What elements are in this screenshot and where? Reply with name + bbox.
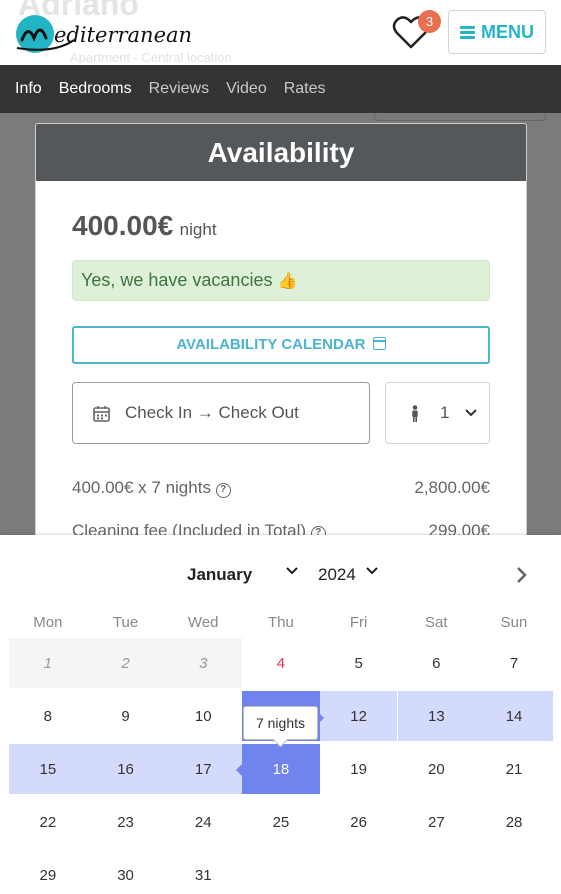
weekday-label: Sun xyxy=(500,614,528,631)
hamburger-icon xyxy=(460,25,475,39)
vacancy-text: Yes, we have vacancies xyxy=(81,270,273,290)
next-month-arrow-icon[interactable] xyxy=(516,567,528,583)
tab-info[interactable]: Info xyxy=(15,80,42,98)
calendar-day[interactable]: 29 xyxy=(9,850,87,894)
weekday-label: Sat xyxy=(425,614,448,631)
availability-calendar-button[interactable]: AVAILABILITY CALENDAR xyxy=(72,326,490,364)
calendar-day[interactable]: 15 xyxy=(9,744,87,794)
nightly-price: 400.00€ night xyxy=(72,210,217,242)
availability-calendar-label: AVAILABILITY CALENDAR xyxy=(176,336,366,353)
weekday-label: Thu xyxy=(267,614,294,631)
svg-text:editerranean: editerranean xyxy=(54,23,192,47)
nightly-total-row: 400.00€ x 7 nights ? 2,800.00€ xyxy=(72,478,490,498)
weekday-label: Fri xyxy=(349,614,368,631)
modal-title: Availability xyxy=(36,124,526,181)
menu-button[interactable]: MENU xyxy=(448,10,546,54)
calendar-day[interactable]: 21 xyxy=(475,744,553,794)
calendar-day[interactable]: 25 xyxy=(242,797,320,847)
tab-video[interactable]: Video xyxy=(226,80,267,98)
nights-tooltip: 7 nights xyxy=(243,706,318,740)
favorites-count-badge: 3 xyxy=(418,10,441,33)
calendar-day[interactable]: 10 xyxy=(164,691,242,741)
price-amount: 400.00€ xyxy=(72,210,174,241)
year-select[interactable]: 2024 xyxy=(318,565,356,585)
calendar-day[interactable]: 8 xyxy=(9,691,87,741)
calendar-day[interactable]: 2 xyxy=(86,638,165,688)
background-field xyxy=(374,113,546,121)
guests-select[interactable]: 1 xyxy=(385,382,490,444)
calendar-day[interactable]: 28 xyxy=(475,797,553,847)
calendar-day[interactable]: 5 xyxy=(320,638,398,688)
site-header: Adriano Apartment - Central location edi… xyxy=(0,0,561,65)
calendar-day[interactable]: 6 xyxy=(398,638,476,688)
month-select[interactable]: January xyxy=(187,565,252,585)
date-picker-header: January 2024 xyxy=(0,565,561,589)
chevron-down-icon xyxy=(366,567,378,575)
calendar-day[interactable]: 26 xyxy=(320,797,398,847)
site-logo[interactable]: editerranean xyxy=(14,10,194,56)
calendar-day[interactable]: 17 xyxy=(164,744,243,794)
calendar-day[interactable]: 27 xyxy=(398,797,476,847)
vacancy-alert: Yes, we have vacancies 👍 xyxy=(72,260,490,301)
menu-label: MENU xyxy=(481,21,534,42)
calendar-day[interactable]: 19 xyxy=(320,744,398,794)
date-range-input[interactable]: Check In → Check Out xyxy=(72,382,370,444)
calendar-day[interactable]: 3 xyxy=(164,638,243,688)
range-start-notch xyxy=(318,712,324,724)
calendar-day[interactable]: 24 xyxy=(164,797,242,847)
calendar-day[interactable]: 9 xyxy=(87,691,165,741)
calendar-day[interactable]: 18 xyxy=(242,744,320,794)
tab-rates[interactable]: Rates xyxy=(284,80,326,98)
calendar-day[interactable]: 20 xyxy=(398,744,476,794)
calendar-day[interactable]: 12 xyxy=(319,691,398,741)
range-end-notch xyxy=(236,764,242,776)
guests-value: 1 xyxy=(440,403,450,422)
calendar-day[interactable]: 16 xyxy=(86,744,165,794)
calendar-day[interactable]: 1 xyxy=(9,638,87,688)
calendar-day[interactable]: 14 xyxy=(475,691,553,741)
nightly-total-value: 2,800.00€ xyxy=(414,478,490,497)
help-icon[interactable]: ? xyxy=(215,483,231,498)
weekday-label: Wed xyxy=(187,614,219,631)
tab-bedrooms[interactable]: Bedrooms xyxy=(59,80,132,98)
calendar-day[interactable]: 30 xyxy=(87,850,165,894)
thumbs-up-icon: 👍 xyxy=(277,273,298,290)
calendar-day[interactable]: 13 xyxy=(397,691,476,741)
price-unit: night xyxy=(179,220,217,239)
tab-reviews[interactable]: Reviews xyxy=(149,80,209,98)
calendar-day[interactable]: 4 xyxy=(242,638,320,688)
calendar-icon xyxy=(93,405,110,422)
year-value: 2024 xyxy=(318,565,356,584)
month-value: January xyxy=(187,565,253,584)
calendar-day[interactable]: 31 xyxy=(164,850,242,894)
weekday-label: Tue xyxy=(112,614,139,631)
calendar-day[interactable]: 7 xyxy=(475,638,553,688)
nightly-total-label: 400.00€ x 7 nights ? xyxy=(72,478,231,498)
chevron-down-icon xyxy=(286,567,298,575)
person-icon xyxy=(412,404,418,422)
calendar-day[interactable]: 23 xyxy=(87,797,165,847)
calendar-icon xyxy=(372,337,386,350)
availability-modal: Availability 400.00€ night Yes, we have … xyxy=(35,123,527,563)
weekday-header: Mon Tue Wed Thu Fri Sat Sun xyxy=(9,614,553,631)
section-tabs: Info Bedrooms Reviews Video Rates xyxy=(0,65,561,113)
calendar-day[interactable]: 22 xyxy=(9,797,87,847)
date-picker: January 2024 Mon Tue Wed Thu Fri Sat Sun… xyxy=(0,535,561,894)
weekday-label: Mon xyxy=(33,614,63,631)
chevron-down-icon xyxy=(465,409,478,417)
date-range-placeholder: Check In → Check Out xyxy=(125,403,299,422)
